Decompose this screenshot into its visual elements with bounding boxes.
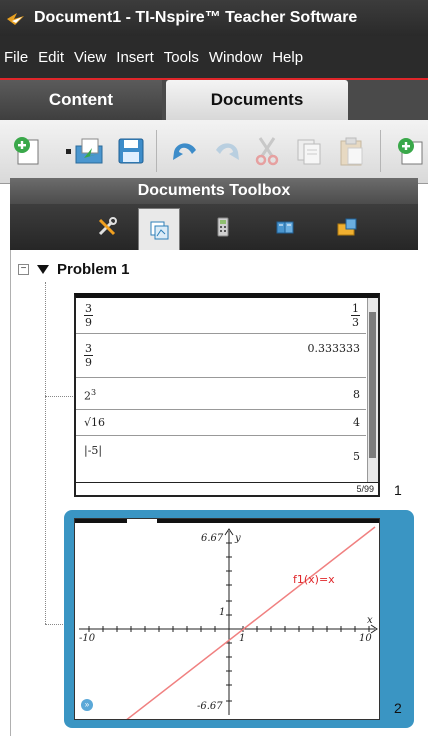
calc-entry-row: 23 8 [76, 378, 366, 410]
graph-canvas: 6.67 y x -10 10 1 1 -6.67 f1(x)=x » [74, 518, 380, 720]
tree-connector-branch [45, 396, 73, 397]
x-tick-label: 1 [239, 633, 246, 644]
expand-triangle-icon[interactable] [37, 264, 49, 274]
menu-bar: File Edit View Insert Tools Window Help [0, 36, 428, 78]
calc-entry-counter: 5/99 [76, 482, 378, 495]
documents-toolbox-title: Documents Toolbox [10, 178, 418, 204]
open-document-icon[interactable] [72, 134, 106, 168]
menu-file[interactable]: File [4, 47, 28, 68]
y-min-label: -6.67 [197, 701, 223, 712]
y-max-label: 6.67 [201, 533, 224, 544]
scroll-thumb[interactable] [369, 312, 376, 458]
problem-tree-row[interactable]: − Problem 1 [10, 258, 130, 280]
dropdown-arrow-icon[interactable] [52, 134, 71, 168]
page-sorter-icon[interactable] [138, 208, 180, 251]
calc-entry-row: |-5| 5 [84, 444, 360, 463]
calc-entry-row: √16 4 [76, 410, 366, 436]
documents-toolbox-tabs [10, 204, 418, 251]
workspace-tabs: Content Documents [0, 78, 428, 120]
main-toolbar [0, 120, 428, 184]
menu-help[interactable]: Help [272, 47, 303, 68]
collapse-toggle[interactable]: − [18, 263, 29, 275]
redo-icon[interactable] [210, 134, 244, 168]
page-thumbnail-graph-selected[interactable]: 6.67 y x -10 10 1 1 -6.67 f1(x)=x » 2 [64, 510, 414, 728]
calc-scrollbar[interactable] [367, 298, 378, 483]
y-axis-label: y [235, 533, 241, 544]
x-max-label: 10 [359, 633, 372, 644]
x-min-label: -10 [79, 633, 96, 644]
tab-documents[interactable]: Documents [166, 80, 348, 120]
menu-tools[interactable]: Tools [164, 47, 199, 68]
graph-axes [79, 526, 378, 719]
save-icon[interactable] [114, 134, 148, 168]
add-page-icon[interactable] [392, 134, 423, 168]
function-graph-line [126, 526, 376, 719]
problem-label: Problem 1 [57, 260, 130, 278]
tab-content[interactable]: Content [0, 80, 162, 120]
x-axis-label: x [367, 615, 373, 626]
menu-window[interactable]: Window [209, 47, 262, 68]
calculator-icon[interactable] [206, 210, 240, 244]
undo-icon[interactable] [168, 134, 202, 168]
page-number-1: 1 [394, 482, 402, 498]
y-tick-label: 1 [219, 607, 226, 618]
content-explorer-icon[interactable] [330, 210, 364, 244]
paste-icon[interactable] [334, 134, 368, 168]
calc-entry-row: 39 0.333333 [76, 334, 366, 378]
calc-entry-row: 39 13 [76, 298, 366, 334]
tools-icon[interactable] [90, 210, 124, 244]
window-title: Document1 - TI-Nspire™ Teacher Software [34, 9, 358, 26]
title-bar: Document1 - TI-Nspire™ Teacher Software [0, 0, 428, 36]
ti-nspire-app-icon [6, 9, 28, 27]
menu-insert[interactable]: Insert [116, 47, 154, 68]
menu-edit[interactable]: Edit [38, 47, 64, 68]
expand-nav-icon[interactable]: » [81, 699, 93, 711]
cut-icon[interactable] [250, 134, 284, 168]
page-number-2: 2 [394, 700, 402, 716]
utilities-icon[interactable] [268, 210, 302, 244]
function-label: f1(x)=x [293, 573, 335, 586]
tree-connector [45, 282, 46, 624]
menu-view[interactable]: View [74, 47, 106, 68]
copy-icon[interactable] [292, 134, 326, 168]
new-document-icon[interactable] [10, 134, 44, 168]
page-thumbnail-calculator[interactable]: 39 13 39 0.333333 23 8 √16 4 |-5| 5 5/99 [74, 293, 380, 497]
